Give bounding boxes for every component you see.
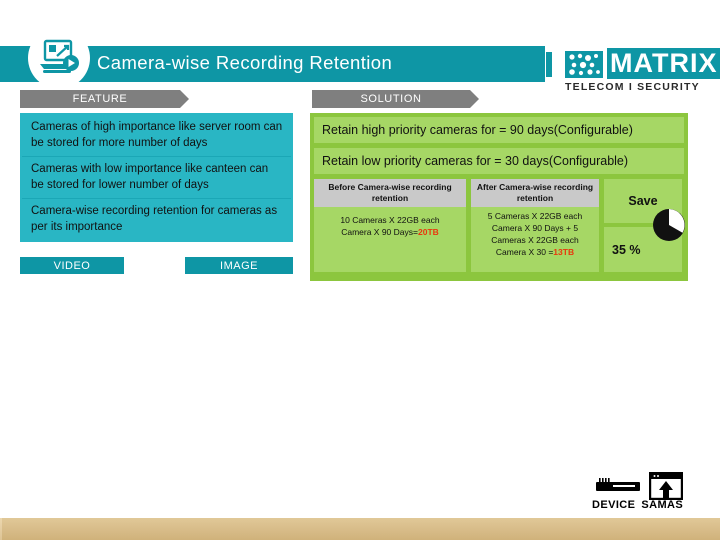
chip-image[interactable]: IMAGE: [185, 257, 293, 274]
presentation-video-icon: [37, 38, 81, 78]
matrix-logo: MATRIX TELECOM I SECURITY: [535, 48, 720, 93]
save-column: Save 35 %: [604, 179, 685, 272]
stat-after-line1: 5 Cameras X 22GB each: [487, 211, 583, 221]
stat-before-total: 20TB: [417, 227, 439, 237]
solution-line-low-priority: Retain low priority cameras for = 30 day…: [314, 148, 684, 174]
stat-after-line4: Camera X 30 =13TB: [475, 246, 595, 258]
header-icon-badge: [28, 27, 90, 89]
slide-canvas: Camera-wise Recording Retention MATRIX T…: [0, 0, 720, 540]
stat-before-line2-prefix: Camera X 90 Days=: [341, 227, 418, 237]
stat-before-body: 10 Cameras X 22GB each Camera X 90 Days=…: [314, 207, 466, 238]
stat-after-total: 13TB: [553, 247, 575, 257]
stats-row: Before Camera-wise recording retention 1…: [314, 179, 685, 272]
samas-label: SAMAS: [641, 499, 684, 511]
stat-after-heading: After Camera-wise recording retention: [471, 179, 599, 207]
stat-before-line2: Camera X 90 Days=20TB: [318, 226, 462, 238]
logo-tagline: TELECOM I SECURITY: [565, 81, 700, 93]
logo-bars-icon: [535, 52, 552, 77]
nvr-device-icon: [596, 478, 640, 499]
tab-solution[interactable]: SOLUTION: [312, 90, 479, 108]
feature-chip-row: VIDEO IMAGE: [20, 257, 293, 274]
stat-before-heading: Before Camera-wise recording retention: [314, 179, 466, 207]
chip-video-label: VIDEO: [53, 259, 91, 272]
stat-after-line2: Camera X 90 Days + 5: [491, 223, 579, 233]
stat-card-before: Before Camera-wise recording retention 1…: [314, 179, 466, 272]
chip-video[interactable]: VIDEO: [20, 257, 124, 274]
feature-panel: Cameras of high importance like server r…: [20, 113, 293, 242]
stat-before-line1: 10 Cameras X 22GB each: [340, 215, 440, 225]
list-item: Cameras with low importance like canteen…: [22, 157, 291, 199]
stat-after-line3: Cameras X 22GB each: [491, 235, 579, 245]
tab-feature-label: FEATURE: [72, 93, 128, 105]
logo-dotgrid-icon: [565, 51, 603, 78]
footer-bar: [0, 518, 720, 540]
bottom-icon-row: [592, 471, 692, 518]
device-label: DEVICE: [592, 499, 636, 511]
list-item: Cameras of high importance like server r…: [22, 115, 291, 157]
page-title: Camera-wise Recording Retention: [97, 52, 393, 73]
bottom-label-row: DEVICE SAMAS: [592, 499, 702, 511]
logo-wordmark: MATRIX: [607, 48, 720, 79]
list-item: Camera-wise recording retention for came…: [22, 199, 291, 240]
pie-chart-icon: [652, 208, 686, 242]
tab-feature[interactable]: FEATURE: [20, 90, 189, 108]
tab-solution-label: SOLUTION: [360, 93, 422, 105]
stat-after-body: 5 Cameras X 22GB each Camera X 90 Days +…: [471, 207, 599, 258]
chip-image-label: IMAGE: [220, 259, 258, 272]
stat-after-line4-prefix: Camera X 30 =: [495, 247, 554, 257]
solution-line-high-priority: Retain high priority cameras for = 90 da…: [314, 117, 684, 143]
solution-panel: Retain high priority cameras for = 90 da…: [310, 113, 688, 281]
stat-card-after: After Camera-wise recording retention 5 …: [471, 179, 599, 272]
